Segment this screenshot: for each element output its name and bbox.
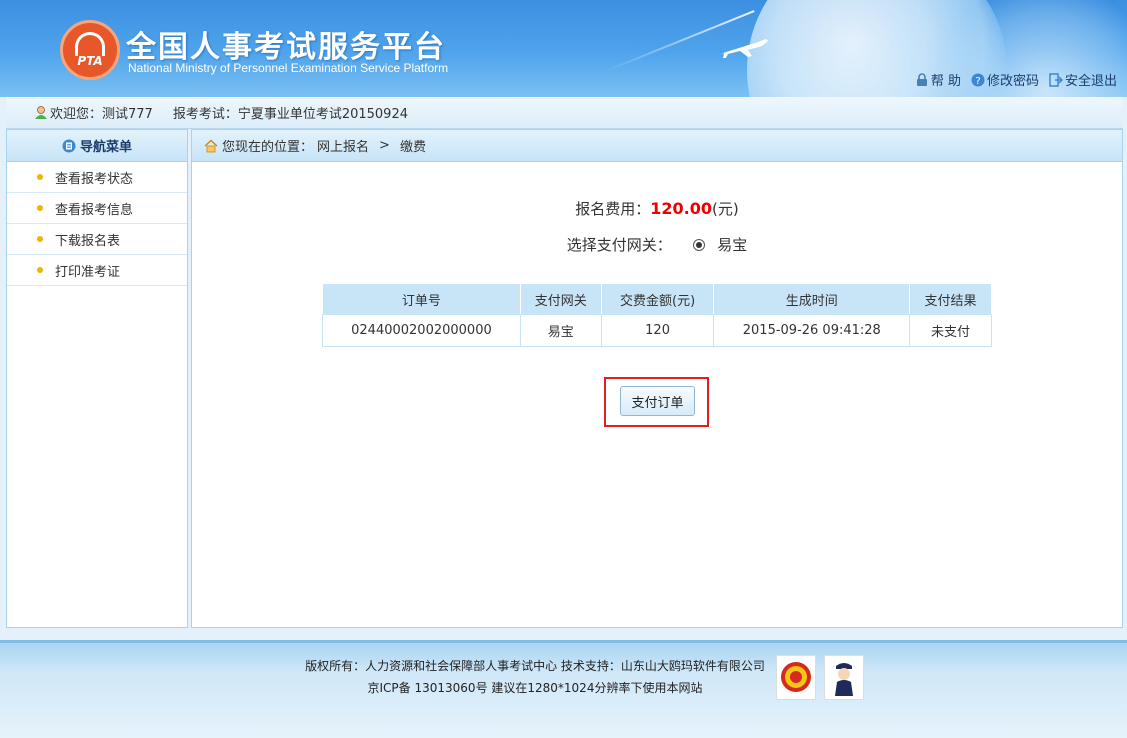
footer-text: 版权所有：人力资源和社会保障部人事考试中心 技术支持：山东山大鸥玛软件有限公司 … [280, 655, 790, 699]
help-link[interactable]: 帮 助 [915, 70, 961, 89]
sidebar: 导航菜单 查看报考状态 查看报考信息 下载报名表 打印准考证 [6, 129, 188, 628]
gateway-label: 选择支付网关： [566, 236, 672, 254]
breadcrumb-prefix: 您现在的位置： [222, 140, 314, 155]
welcome-bar: 欢迎您：测试777 报考考试：宁夏事业单位考试20150924 [6, 97, 1123, 129]
site-header: PTA 全国人事考试服务平台 National Ministry of Pers… [0, 0, 1127, 97]
top-links: 帮 助 ? 修改密码 安全退出 [915, 70, 1117, 89]
breadcrumb-separator: > [379, 138, 390, 153]
site-title: 全国人事考试服务平台 [126, 30, 446, 65]
site-subtitle: National Ministry of Personnel Examinati… [128, 61, 449, 75]
welcome-exam: 报考考试：宁夏事业单位考试20150924 [172, 107, 408, 122]
gateway-radio[interactable] [692, 239, 705, 251]
police-figure-icon [835, 663, 853, 696]
footer: 版权所有：人力资源和社会保障部人事考试中心 技术支持：山东山大鸥玛软件有限公司 … [0, 640, 1127, 738]
gateway-line: 选择支付网关： 易宝 [192, 234, 1122, 255]
welcome-greeting: 欢迎您：测试777 [50, 107, 153, 122]
logout-label: 安全退出 [1064, 74, 1117, 89]
airplane-icon [720, 39, 768, 58]
column-header: 订单号 [322, 283, 521, 315]
amount-cell: 120 [600, 314, 715, 347]
main-panel: 您现在的位置： 网上报名 > 缴费 报名费用：120.00(元) 选择支付网关：… [191, 129, 1123, 628]
logout-icon [1049, 72, 1063, 87]
pta-logo: PTA [60, 20, 120, 80]
fee-unit: (元) [712, 200, 739, 218]
help-icon: ? [971, 73, 985, 87]
table-row: 02440002002000000 易宝 120 2015-09-26 09:4… [322, 314, 992, 347]
lock-icon [916, 72, 927, 86]
bullet-icon [37, 174, 43, 180]
sidebar-title: 导航菜单 [79, 140, 132, 155]
sidebar-item-label: 查看报考状态 [55, 171, 134, 187]
bullet-icon [37, 267, 43, 273]
fee-label: 报名费用： [575, 200, 651, 218]
column-header: 生成时间 [713, 283, 911, 315]
breadcrumb-online-registration[interactable]: 网上报名 [317, 136, 369, 155]
sidebar-item-view-info[interactable]: 查看报考信息 [7, 193, 187, 224]
bullet-icon [37, 236, 43, 242]
breadcrumb: 您现在的位置： 网上报名 > 缴费 [192, 130, 1122, 162]
created-time-cell: 2015-09-26 09:41:28 [713, 314, 911, 347]
bullet-icon [37, 205, 43, 211]
sidebar-item-view-status[interactable]: 查看报考状态 [7, 162, 187, 193]
orders-table: 订单号 支付网关 交费金额(元) 生成时间 支付结果 0244000200200… [322, 283, 992, 347]
logout-link[interactable]: 安全退出 [1049, 70, 1117, 89]
table-header-row: 订单号 支付网关 交费金额(元) 生成时间 支付结果 [322, 283, 992, 315]
sidebar-item-label: 打印准考证 [55, 264, 121, 280]
sidebar-item-label: 查看报考信息 [55, 202, 134, 218]
menu-icon [62, 139, 76, 152]
fee-line: 报名费用：120.00(元) [192, 198, 1122, 219]
home-icon [204, 138, 218, 152]
emblem-icon [781, 662, 811, 692]
change-password-label: 修改密码 [986, 74, 1039, 89]
breadcrumb-current: 缴费 [399, 140, 426, 155]
sidebar-item-label: 下载报名表 [55, 233, 121, 249]
fee-amount: 120.00 [650, 199, 713, 218]
column-header: 交费金额(元) [600, 283, 715, 315]
column-header: 支付网关 [519, 283, 602, 315]
footer-copyright: 版权所有：人力资源和社会保障部人事考试中心 技术支持：山东山大鸥玛软件有限公司 [305, 659, 765, 673]
cyber-police-icon[interactable] [824, 655, 864, 700]
change-password-link[interactable]: ? 修改密码 [971, 70, 1039, 89]
sidebar-item-print-ticket[interactable]: 打印准考证 [7, 255, 187, 286]
sidebar-item-download-form[interactable]: 下载报名表 [7, 224, 187, 255]
gateway-cell: 易宝 [519, 314, 602, 347]
footer-icp: 京ICP备 13013060号 建议在1280*1024分辨率下使用本网站 [367, 681, 703, 695]
logo-text: PTA [77, 54, 103, 68]
payment-result-cell: 未支付 [909, 314, 992, 347]
svg-text:?: ? [975, 76, 980, 87]
help-link-label: 帮 助 [930, 74, 961, 89]
column-header: 支付结果 [909, 283, 992, 315]
sidebar-header: 导航菜单 [7, 130, 187, 162]
order-number-cell: 02440002002000000 [322, 314, 521, 347]
police-emblem-icon[interactable] [776, 655, 816, 700]
user-icon [35, 106, 47, 119]
gateway-option-label[interactable]: 易宝 [717, 236, 747, 254]
pay-order-button[interactable]: 支付订单 [620, 386, 695, 416]
